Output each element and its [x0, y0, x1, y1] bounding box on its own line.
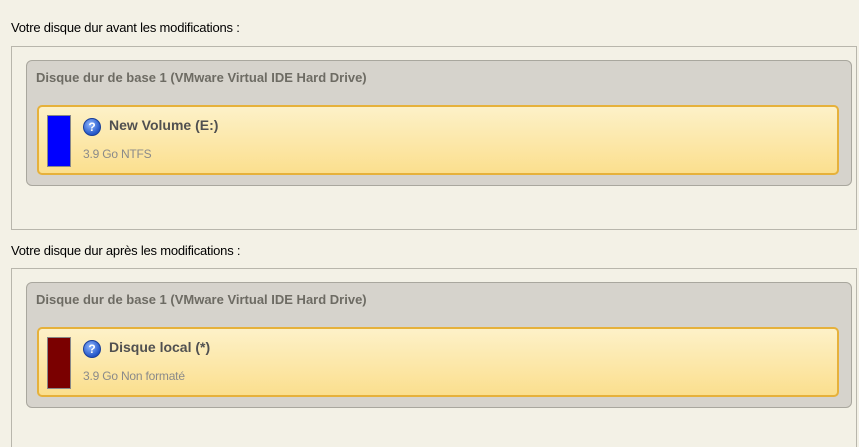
question-icon: ?	[83, 118, 101, 136]
before-volume-color-box	[47, 115, 71, 167]
before-volume-info: 3.9 Go NTFS	[83, 147, 152, 161]
disk-layout-page: Votre disque dur avant les modifications…	[0, 0, 859, 447]
after-volume[interactable]: ? Disque local (*) 3.9 Go Non formaté	[37, 327, 839, 397]
after-section-label: Votre disque dur après les modifications…	[11, 243, 241, 258]
before-volume[interactable]: ? New Volume (E:) 3.9 Go NTFS	[37, 105, 839, 175]
before-disk-title: Disque dur de base 1 (VMware Virtual IDE…	[36, 70, 367, 85]
after-volume-name: Disque local (*)	[109, 339, 211, 355]
after-disk-title: Disque dur de base 1 (VMware Virtual IDE…	[36, 292, 367, 307]
before-panel: Disque dur de base 1 (VMware Virtual IDE…	[11, 46, 857, 230]
before-volume-name: New Volume (E:)	[109, 117, 219, 133]
after-disk-group: Disque dur de base 1 (VMware Virtual IDE…	[26, 282, 852, 408]
before-disk-group: Disque dur de base 1 (VMware Virtual IDE…	[26, 60, 852, 186]
question-icon: ?	[83, 340, 101, 358]
after-panel: Disque dur de base 1 (VMware Virtual IDE…	[11, 268, 857, 447]
before-section-label: Votre disque dur avant les modifications…	[11, 20, 240, 35]
after-volume-info: 3.9 Go Non formaté	[83, 369, 185, 383]
after-volume-color-box	[47, 337, 71, 389]
